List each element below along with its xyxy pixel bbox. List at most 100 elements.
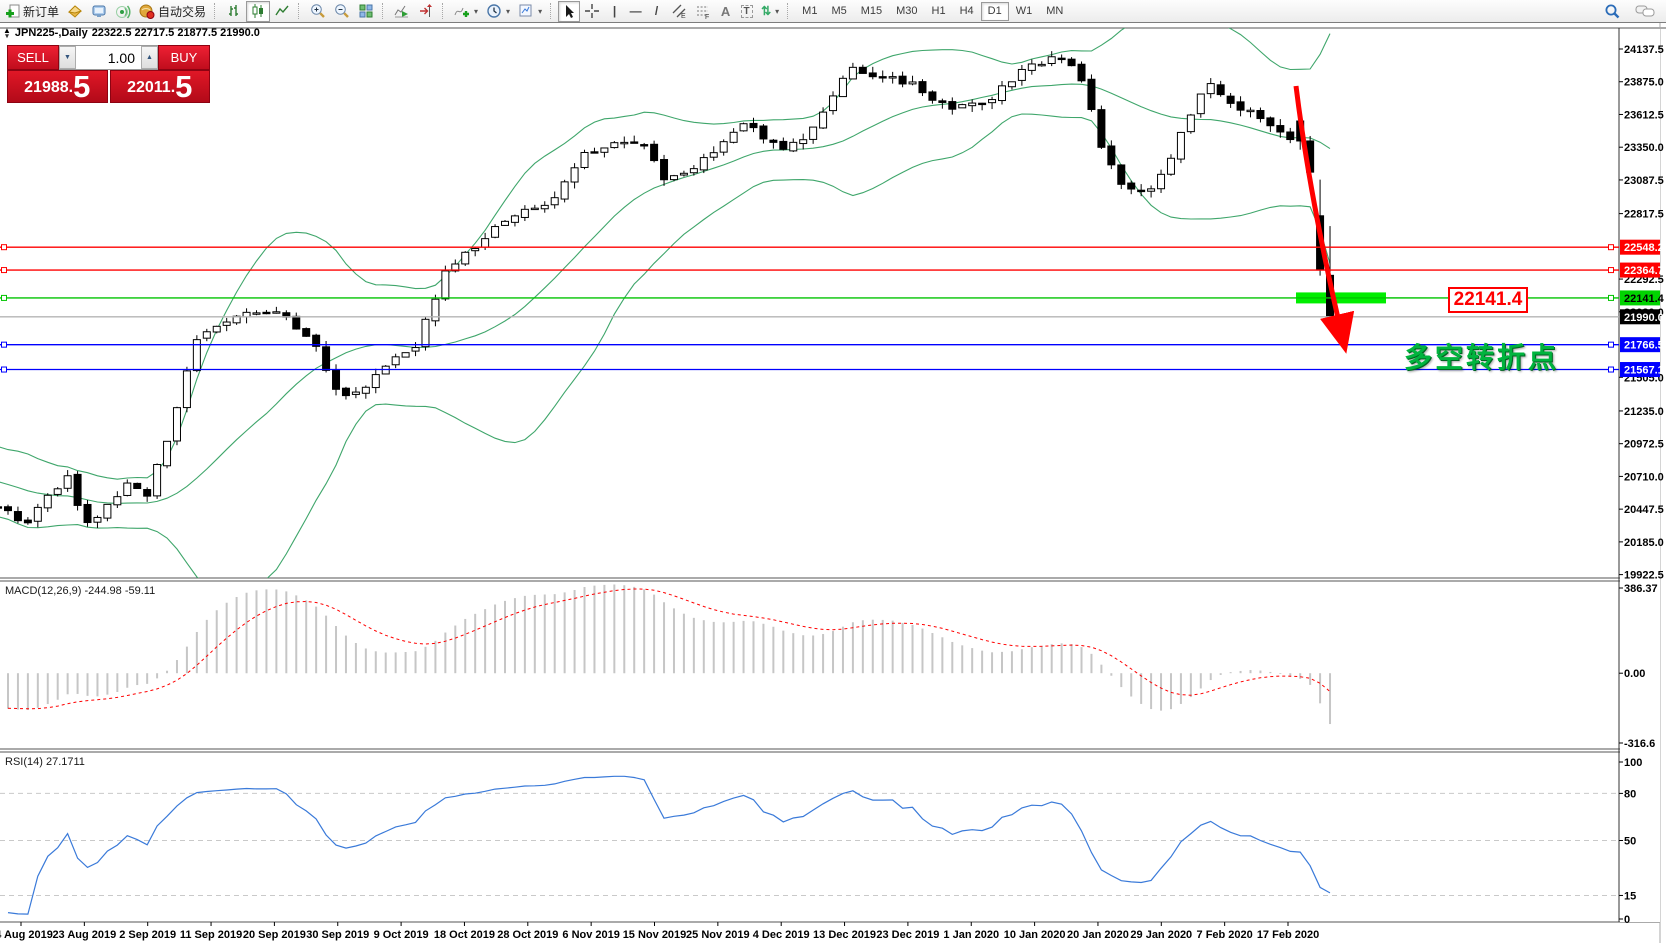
new-order-icon <box>5 4 20 19</box>
periods-button[interactable]: ▾ <box>482 1 514 22</box>
horizontal-line-tool-button[interactable]: — <box>625 1 646 22</box>
volume-decrease-button[interactable]: ▼ <box>59 46 76 69</box>
sell-price-button[interactable]: 21988.5 <box>7 70 108 103</box>
trendline-icon: / <box>655 4 658 18</box>
main-toolbar: 新订单 自动交易 ▾ ▾ <box>0 0 1666 23</box>
chart-title: ▲ ▾ JPN225-,Daily 22322.5 22717.5 21877.… <box>3 27 260 40</box>
chart-shift-icon <box>418 3 434 19</box>
mt4-terminal: { "window": { "title_symbol": "JPN225-,D… <box>0 0 1666 943</box>
cursor-icon <box>562 4 576 19</box>
zoom-out-button[interactable] <box>330 1 354 22</box>
macd-label: MACD(12,26,9) -244.98 -59.11 <box>5 585 155 597</box>
new-order-button[interactable]: 新订单 <box>1 1 63 22</box>
buy-button[interactable]: BUY <box>158 45 210 70</box>
timeframe-h4-button[interactable]: H4 <box>953 2 981 21</box>
svg-text:20710.0: 20710.0 <box>1624 471 1664 483</box>
svg-text:21235.0: 21235.0 <box>1624 406 1664 418</box>
fibonacci-tool-button[interactable]: F <box>691 1 715 22</box>
svg-text:14 Aug 2019: 14 Aug 2019 <box>0 929 53 941</box>
axis-badge-22548.2: 22548.2 <box>1620 240 1664 255</box>
timeframe-m1-button[interactable]: M1 <box>795 2 824 21</box>
svg-text:F: F <box>705 14 709 19</box>
toolbar-separator <box>787 3 792 19</box>
vertical-line-icon: | <box>613 4 616 18</box>
text-tool-button[interactable]: A <box>715 1 736 22</box>
zoom-out-icon <box>334 3 350 19</box>
svg-text:1 Jan 2020: 1 Jan 2020 <box>943 929 999 941</box>
auto-scroll-button[interactable] <box>390 1 414 22</box>
search-button[interactable] <box>1600 1 1625 22</box>
timeframe-m5-button[interactable]: M5 <box>824 2 853 21</box>
svg-text:23 Dec 2019: 23 Dec 2019 <box>876 929 939 941</box>
toolbar-separator <box>382 3 387 19</box>
terminal-button[interactable] <box>87 1 111 22</box>
ohlc-values: 22322.5 22717.5 21877.5 21990.0 <box>92 27 260 39</box>
channel-icon: E <box>671 3 687 19</box>
svg-text:0: 0 <box>1624 914 1630 926</box>
line-chart-button[interactable] <box>270 1 294 22</box>
svg-text:28 Oct 2019: 28 Oct 2019 <box>497 929 558 941</box>
timeframe-d1-button[interactable]: D1 <box>981 2 1009 21</box>
autotrade-button[interactable]: 自动交易 <box>135 1 210 22</box>
collapse-chart-icon[interactable]: ▲ ▾ <box>3 28 11 40</box>
mql-community-button[interactable] <box>63 1 87 22</box>
turning-point-annotation[interactable]: 多空转折点 <box>1404 336 1559 376</box>
timeframe-mn-button[interactable]: MN <box>1039 2 1070 21</box>
cursor-tool-button[interactable] <box>558 1 580 22</box>
chat-icon <box>1635 3 1655 19</box>
svg-text:24137.5: 24137.5 <box>1624 44 1664 56</box>
chat-button[interactable] <box>1631 1 1659 22</box>
volume-increase-button[interactable]: ▲ <box>141 46 158 69</box>
sell-price-big-digit: 5 <box>73 71 90 102</box>
rsi-label: RSI(14) 27.1711 <box>5 756 85 768</box>
channel-tool-button[interactable]: E <box>667 1 691 22</box>
trendline-tool-button[interactable]: / <box>646 1 667 22</box>
label-tool-button[interactable]: T <box>736 1 757 22</box>
zoom-in-icon <box>310 3 326 19</box>
candlestick-icon <box>250 3 266 19</box>
signal-icon <box>115 4 131 19</box>
templates-button[interactable]: ▾ <box>514 1 546 22</box>
dropdown-icon: ▾ <box>538 7 542 16</box>
gold-book-icon <box>67 4 83 19</box>
monitor-icon <box>91 4 107 19</box>
sell-button[interactable]: SELL <box>7 45 59 70</box>
axis-badge-21766.5: 21766.5 <box>1620 337 1664 352</box>
toolbar-separator <box>550 3 555 19</box>
chart-canvas: 24137.523875.023612.523350.023087.522817… <box>0 0 1666 943</box>
timeframe-m30-button[interactable]: M30 <box>889 2 924 21</box>
buy-price-big-digit: 5 <box>175 71 192 102</box>
vertical-line-tool-button[interactable]: | <box>604 1 625 22</box>
svg-text:6 Nov 2019: 6 Nov 2019 <box>562 929 619 941</box>
svg-text:23875.0: 23875.0 <box>1624 77 1664 89</box>
svg-text:22817.5: 22817.5 <box>1624 209 1664 221</box>
volume-input[interactable]: 1.00 <box>76 46 141 69</box>
svg-text:19922.5: 19922.5 <box>1624 570 1664 582</box>
timeframe-w1-button[interactable]: W1 <box>1009 2 1040 21</box>
signals-button[interactable] <box>111 1 135 22</box>
indicators-button[interactable]: ▾ <box>450 1 482 22</box>
svg-text:20 Jan 2020: 20 Jan 2020 <box>1067 929 1129 941</box>
chart-shift-button[interactable] <box>414 1 438 22</box>
axis-badge-21567.1: 21567.1 <box>1620 362 1664 377</box>
arrows-tool-button[interactable]: ⇅ ▾ <box>757 1 783 22</box>
buy-price-button[interactable]: 22011.5 <box>110 70 211 103</box>
candlestick-chart-button[interactable] <box>246 1 270 22</box>
svg-text:13 Dec 2019: 13 Dec 2019 <box>813 929 876 941</box>
svg-text:21990.0: 21990.0 <box>1624 312 1664 324</box>
tile-windows-button[interactable] <box>354 1 378 22</box>
svg-text:20972.5: 20972.5 <box>1624 439 1664 451</box>
svg-text:22364.7: 22364.7 <box>1624 265 1664 277</box>
bar-chart-button[interactable] <box>222 1 246 22</box>
svg-text:15: 15 <box>1624 890 1636 902</box>
horizontal-line-icon: — <box>630 4 642 18</box>
volume-control: ▼ 1.00 ▲ <box>59 45 158 70</box>
svg-text:-316.6: -316.6 <box>1624 738 1655 750</box>
crosshair-tool-button[interactable] <box>580 1 604 22</box>
timeframe-m15-button[interactable]: M15 <box>854 2 889 21</box>
price-callout-label[interactable]: 22141.4 <box>1448 287 1528 313</box>
axis-badge-22141.4: 22141.4 <box>1620 290 1665 305</box>
toolbar-right-icons <box>1600 1 1665 22</box>
zoom-in-button[interactable] <box>306 1 330 22</box>
timeframe-h1-button[interactable]: H1 <box>925 2 953 21</box>
